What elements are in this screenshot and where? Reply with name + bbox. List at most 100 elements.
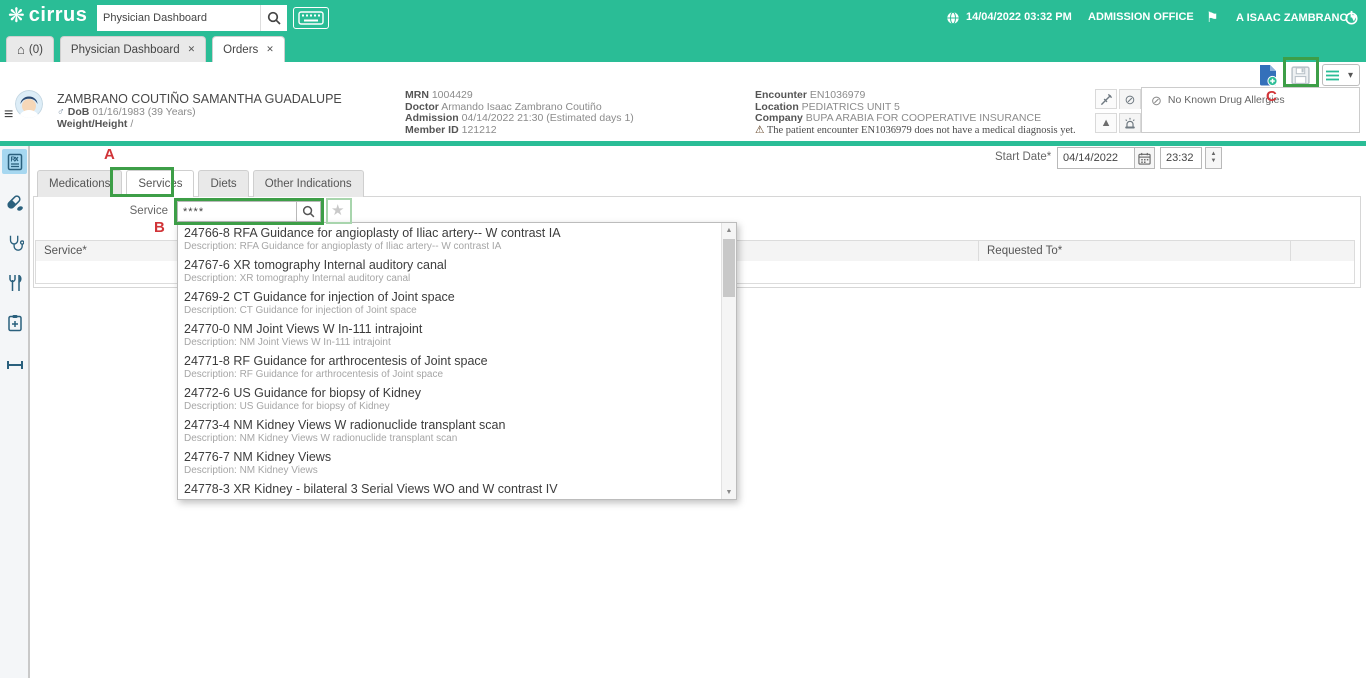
dob-label: DoB <box>67 106 90 118</box>
user-name: A ISAAC ZAMBRANO <box>1236 12 1349 24</box>
tab-orders[interactable]: Orders ✕ <box>212 36 285 62</box>
member-id-value: 121212 <box>461 123 497 136</box>
chevron-down-icon: ▾ <box>1347 69 1354 81</box>
start-date-input[interactable] <box>1057 147 1135 169</box>
sidebar-item-services[interactable] <box>2 230 27 255</box>
new-document-icon[interactable] <box>1258 64 1279 87</box>
service-result-item[interactable]: 24778-3 XR Kidney - bilateral 3 Serial V… <box>178 479 721 499</box>
order-list-dropdown-button[interactable]: ▾ <box>1342 64 1360 86</box>
service-result-item[interactable]: 24771-8 RF Guidance for arthrocentesis o… <box>178 351 721 383</box>
pill-icon <box>6 194 24 212</box>
language-globe-icon[interactable] <box>946 11 960 25</box>
company-value: BUPA ARABIA FOR COOPERATIVE INSURANCE <box>805 112 1042 124</box>
service-result-item[interactable]: 24776-7 NM Kidney Views Description: NM … <box>178 447 721 479</box>
service-description: Description: RF Guidance for arthrocente… <box>184 369 444 380</box>
alarm-icon <box>1123 117 1137 130</box>
flag-icon[interactable]: ⚑ <box>1206 9 1219 26</box>
clipboard-plus-icon <box>6 314 24 332</box>
connector-icon <box>1100 93 1113 106</box>
encounter-value: EN1036979 <box>809 89 866 101</box>
global-search-input[interactable] <box>97 5 260 31</box>
service-description: Description: NM Kidney Views W radionucl… <box>184 433 458 444</box>
doctor-label: Doctor <box>405 100 439 113</box>
service-result-item[interactable]: 24766-8 RFA Guidance for angioplasty of … <box>178 223 721 255</box>
service-description: Description: NM Kidney Views <box>184 465 318 476</box>
column-header-requested-to[interactable]: Requested To* <box>979 241 1291 261</box>
service-description: Description: XR tomography Internal audi… <box>184 273 411 284</box>
tab-medications[interactable]: Medications <box>37 170 123 197</box>
tab-other-indications[interactable]: Other Indications <box>252 170 364 197</box>
service-search-dropdown: 24766-8 RFA Guidance for angioplasty of … <box>177 222 737 500</box>
doctor-value: Armando Isaac Zambrano Coutiño <box>441 100 602 113</box>
allergy-panel: ⊘ No Known Drug Allergies <box>1141 87 1360 133</box>
start-date-label: Start Date* <box>995 151 1052 163</box>
calendar-button[interactable] <box>1134 147 1155 169</box>
virtual-keyboard-button[interactable] <box>293 7 329 29</box>
service-result-item[interactable]: 24773-4 NM Kidney Views W radionuclide t… <box>178 415 721 447</box>
weight-height-label: Weight/Height <box>57 118 128 130</box>
scroll-down-icon[interactable]: ▼ <box>722 485 736 499</box>
mrn-label: MRN <box>405 89 429 101</box>
service-code-title: 24776-7 NM Kidney Views <box>184 450 332 464</box>
sidebar-item-medications[interactable] <box>2 190 27 215</box>
location-value: PEDIATRICS UNIT 5 <box>801 100 900 113</box>
dropdown-scrollbar[interactable]: ▲ ▼ <box>721 223 736 499</box>
sidebar-item-bed[interactable] <box>2 352 27 377</box>
favorite-star-icon[interactable]: ★ <box>331 201 344 219</box>
tab-diets[interactable]: Diets <box>198 170 249 197</box>
time-stepper[interactable]: ▲ ▼ <box>1205 147 1222 169</box>
user-menu[interactable]: A ISAAC ZAMBRANO ▾ <box>1236 11 1357 24</box>
tab-services[interactable]: Services <box>126 170 195 197</box>
calendar-icon <box>1138 152 1151 165</box>
logo-icon: ❋ <box>8 4 25 27</box>
close-icon[interactable]: ✕ <box>266 44 274 55</box>
service-search-button[interactable] <box>296 201 321 222</box>
service-code-title: 24771-8 RF Guidance for arthrocentesis o… <box>184 354 488 368</box>
male-icon: ♂ <box>57 106 65 118</box>
service-result-item[interactable]: 24770-0 NM Joint Views W In-111 intrajoi… <box>178 319 721 351</box>
sidebar-item-prescriptions[interactable]: R <box>2 149 27 174</box>
order-list-button[interactable] <box>1322 64 1343 86</box>
service-code-title: 24772-6 US Guidance for biopsy of Kidney <box>184 386 421 400</box>
service-search-input[interactable] <box>177 201 297 222</box>
close-icon[interactable]: ✕ <box>188 44 196 55</box>
tab-home[interactable]: ⌂ (0) <box>6 36 54 62</box>
diagnosis-warning-text: The patient encounter EN1036979 does not… <box>766 124 1076 136</box>
alarm-button[interactable] <box>1119 113 1141 133</box>
stepper-up-icon[interactable]: ▲ <box>1211 151 1217 158</box>
sidebar-item-other-indications[interactable] <box>2 310 27 335</box>
service-code-title: 24778-3 XR Kidney - bilateral 3 Serial V… <box>184 482 558 496</box>
global-search <box>97 5 260 31</box>
header-department[interactable]: ADMISSION OFFICE <box>1088 11 1194 23</box>
patient-avatar[interactable] <box>15 90 43 118</box>
patient-menu-icon[interactable]: ≡ <box>4 106 13 124</box>
allergy-tab-button[interactable]: ⊘ <box>1119 89 1141 109</box>
column-header-actions <box>1291 241 1354 261</box>
company-label: Company <box>755 112 803 124</box>
service-result-item[interactable]: 24772-6 US Guidance for biopsy of Kidney… <box>178 383 721 415</box>
scrollbar-thumb[interactable] <box>723 239 735 297</box>
tab-label: Diets <box>210 178 237 190</box>
logo-text: cirrus <box>28 4 88 26</box>
dob-value: 01/16/1983 (39 Years) <box>92 106 196 118</box>
start-time-input[interactable] <box>1160 147 1202 169</box>
stepper-down-icon[interactable]: ▼ <box>1211 158 1217 165</box>
admission-label: Admission <box>405 112 459 124</box>
connector-button[interactable] <box>1095 89 1117 109</box>
service-result-list: 24766-8 RFA Guidance for angioplasty of … <box>178 223 721 499</box>
fork-knife-icon <box>7 274 23 292</box>
alert-triangle-button[interactable]: ▲ <box>1095 113 1117 133</box>
scroll-up-icon[interactable]: ▲ <box>722 223 736 237</box>
sidebar-item-diets[interactable] <box>2 270 27 295</box>
logout-power-icon[interactable] <box>1344 10 1359 25</box>
tab-label: Physician Dashboard <box>70 43 180 56</box>
tab-physician-dashboard[interactable]: Physician Dashboard ✕ <box>59 36 207 62</box>
service-result-item[interactable]: 24767-6 XR tomography Internal auditory … <box>178 255 721 287</box>
service-result-item[interactable]: 24769-2 CT Guidance for injection of Joi… <box>178 287 721 319</box>
prescription-icon: R <box>6 153 24 171</box>
tab-label: Other Indications <box>264 178 352 190</box>
save-icon[interactable] <box>1290 65 1311 86</box>
no-allergy-icon: ⊘ <box>1124 91 1136 107</box>
admission-value: 04/14/2022 21:30 (Estimated days 1) <box>461 112 634 124</box>
global-search-button[interactable] <box>260 5 287 31</box>
